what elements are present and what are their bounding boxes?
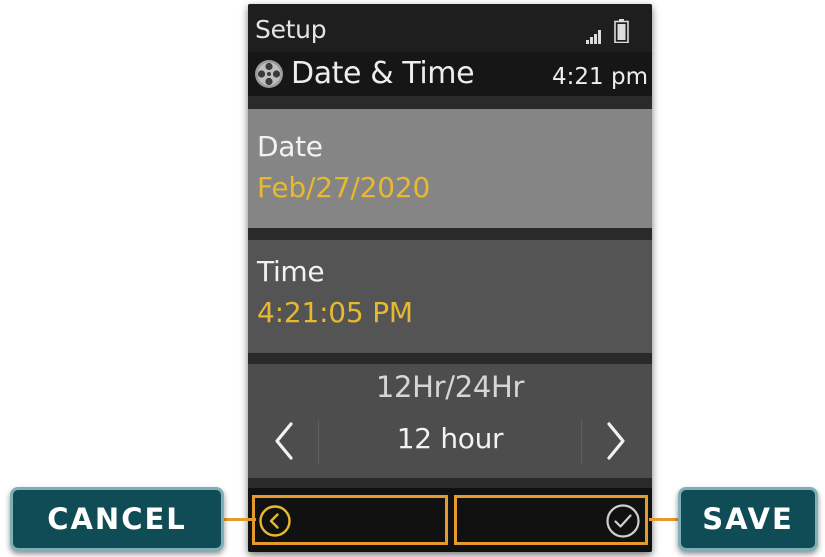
next-option-button[interactable] xyxy=(584,416,648,466)
chevron-right-icon xyxy=(607,422,625,460)
save-callout-label: SAVE xyxy=(678,487,818,551)
time-item[interactable]: Time 4:21:05 PM xyxy=(248,240,652,353)
chevron-left-icon xyxy=(275,422,293,460)
save-connector-line xyxy=(649,518,680,521)
date-value: Feb/27/2020 xyxy=(257,171,431,204)
clock: 4:21 pm xyxy=(552,64,648,90)
previous-option-button[interactable] xyxy=(252,416,316,466)
time-format-title: 12Hr/24Hr xyxy=(375,370,525,404)
cancel-callout-label: CANCEL xyxy=(10,487,224,551)
divider xyxy=(248,228,652,240)
date-item[interactable]: Date Feb/27/2020 xyxy=(248,109,652,228)
date-label: Date xyxy=(257,130,323,163)
status-bar: Setup xyxy=(248,4,652,52)
battery-icon xyxy=(614,19,629,43)
status-app-name: Setup xyxy=(255,15,327,44)
time-value: 4:21:05 PM xyxy=(257,296,413,329)
page-title: Date & Time xyxy=(291,56,475,91)
divider xyxy=(248,478,652,488)
time-format-selector: 12Hr/24Hr 12 hour xyxy=(248,364,652,478)
film-reel-icon xyxy=(255,60,283,88)
back-circle-icon xyxy=(259,505,291,537)
device-screen: Setup Date & Time 4:21 pm Date Feb/27/20… xyxy=(248,4,652,552)
softkey-bar xyxy=(248,488,652,552)
title-bar: Date & Time 4:21 pm xyxy=(248,52,652,96)
signal-bars-icon xyxy=(586,28,604,44)
time-format-value: 12 hour xyxy=(396,422,504,455)
selector-divider xyxy=(581,420,582,464)
check-circle-icon xyxy=(606,504,640,538)
time-label: Time xyxy=(257,255,325,288)
cancel-softkey[interactable] xyxy=(252,495,448,545)
divider xyxy=(248,353,652,364)
annotated-screenshot: Setup Date & Time 4:21 pm Date Feb/27/20… xyxy=(0,0,825,557)
cancel-connector-line xyxy=(222,518,256,521)
divider xyxy=(248,96,652,109)
save-softkey[interactable] xyxy=(454,495,648,545)
